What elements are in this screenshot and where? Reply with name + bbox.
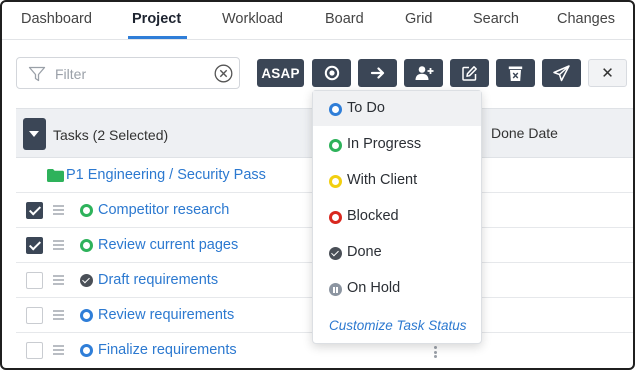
tab-board[interactable]: Board (325, 11, 364, 27)
collapse-toggle-button[interactable] (23, 118, 46, 150)
edit-button[interactable] (450, 59, 489, 87)
task-name-link[interactable]: Competitor research (98, 202, 229, 218)
close-button[interactable]: ✕ (588, 59, 627, 87)
row-checkbox[interactable] (26, 307, 43, 324)
assign-user-button[interactable] (404, 59, 443, 87)
status-dropdown-menu: To Do In Progress With Client Blocked Do… (312, 90, 482, 344)
move-button[interactable] (358, 59, 397, 87)
tab-search[interactable]: Search (473, 11, 519, 27)
drag-handle-icon[interactable] (53, 345, 64, 355)
status-in-progress-icon[interactable] (80, 204, 93, 217)
tab-dashboard[interactable]: Dashboard (21, 11, 92, 27)
status-done-icon[interactable] (80, 274, 93, 287)
send-icon (553, 64, 570, 81)
row-checkbox[interactable] (26, 237, 43, 254)
task-name-link[interactable]: Review requirements (98, 307, 234, 323)
close-icon: ✕ (601, 65, 614, 82)
filter-placeholder: Filter (55, 66, 87, 82)
status-to-do-icon[interactable] (80, 309, 93, 322)
status-button[interactable] (312, 59, 351, 87)
drag-handle-icon[interactable] (53, 310, 64, 320)
in-progress-status-icon (329, 139, 342, 152)
status-to-do-icon[interactable] (80, 344, 93, 357)
arrow-right-icon (370, 67, 384, 79)
drag-handle-icon[interactable] (53, 205, 64, 215)
project-group-link[interactable]: P1 Engineering / Security Pass (66, 167, 266, 183)
status-in-progress-icon[interactable] (80, 239, 93, 252)
drag-handle-icon[interactable] (53, 240, 64, 250)
row-checkbox[interactable] (26, 202, 43, 219)
status-icon (324, 65, 339, 81)
send-button[interactable] (542, 59, 581, 87)
row-checkbox[interactable] (26, 272, 43, 289)
row-checkbox[interactable] (26, 342, 43, 359)
menu-item-on-hold[interactable]: On Hold (313, 271, 481, 306)
menu-item-blocked[interactable]: Blocked (313, 199, 481, 234)
customize-task-status-link[interactable]: Customize Task Status (329, 318, 467, 333)
menu-item-in-progress[interactable]: In Progress (313, 127, 481, 162)
with-client-status-icon (329, 175, 342, 188)
filter-icon (28, 66, 46, 82)
done-status-icon (329, 247, 342, 260)
drag-handle-icon[interactable] (53, 275, 64, 285)
delete-icon (508, 66, 523, 81)
menu-item-label: With Client (347, 172, 418, 188)
menu-item-label: Blocked (347, 208, 399, 224)
menu-item-label: In Progress (347, 136, 422, 152)
tab-grid[interactable]: Grid (405, 11, 432, 27)
clear-icon[interactable] (214, 64, 233, 83)
active-tab-indicator (128, 36, 187, 39)
task-name-link[interactable]: Finalize requirements (98, 342, 237, 358)
top-tab-bar: Dashboard Project Workload Board Grid Se… (2, 2, 633, 40)
blocked-status-icon (329, 211, 342, 224)
menu-item-done[interactable]: Done (313, 235, 481, 270)
app-window: Dashboard Project Workload Board Grid Se… (0, 0, 635, 370)
folder-icon (47, 169, 64, 182)
edit-icon (462, 65, 477, 81)
to-do-status-icon (329, 103, 342, 116)
menu-item-label: To Do (347, 100, 385, 116)
add-user-icon (415, 66, 433, 80)
menu-item-label: Done (347, 244, 382, 260)
tab-changes[interactable]: Changes (557, 11, 615, 27)
asap-button[interactable]: ASAP (257, 59, 304, 87)
row-menu-icon[interactable] (434, 346, 437, 358)
menu-item-label: On Hold (347, 280, 401, 296)
tab-project[interactable]: Project (132, 11, 181, 27)
delete-button[interactable] (496, 59, 535, 87)
tab-workload[interactable]: Workload (222, 11, 283, 27)
task-name-link[interactable]: Draft requirements (98, 272, 218, 288)
done-date-column-header[interactable]: Done Date (491, 125, 558, 141)
tasks-column-header[interactable]: Tasks (2 Selected) (53, 127, 168, 143)
menu-item-to-do[interactable]: To Do (313, 91, 481, 126)
filter-input[interactable]: Filter (16, 57, 240, 89)
on-hold-status-icon (329, 283, 342, 296)
task-name-link[interactable]: Review current pages (98, 237, 238, 253)
menu-item-with-client[interactable]: With Client (313, 163, 481, 198)
